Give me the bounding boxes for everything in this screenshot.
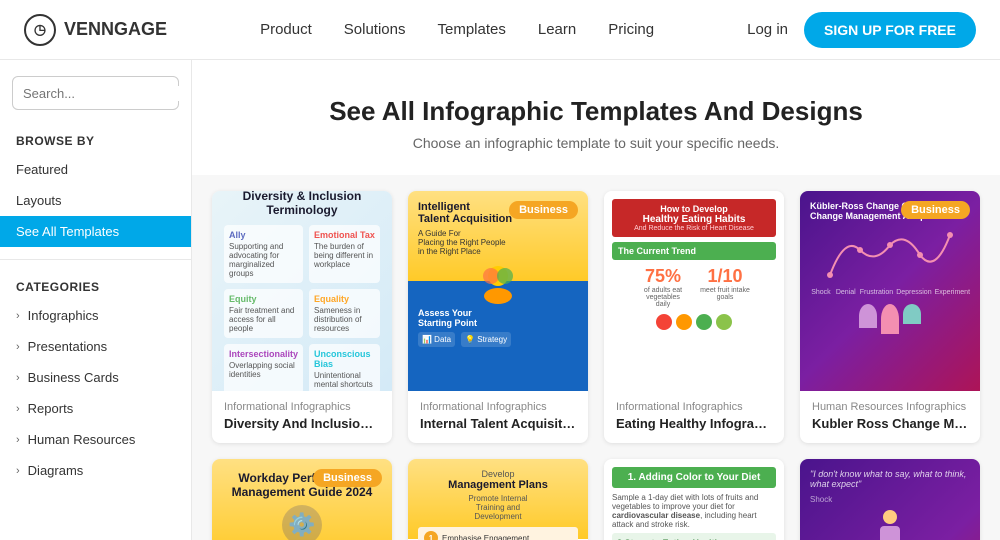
sidebar-item-featured[interactable]: Featured (0, 154, 191, 185)
nav-learn[interactable]: Learn (538, 21, 576, 38)
page-body: 🔍 BROWSE BY Featured Layouts See All Tem… (0, 60, 1000, 540)
page-title: See All Infographic Templates And Design… (212, 96, 980, 127)
business-badge: Business (901, 201, 970, 219)
header-actions: Log in SIGN UP FOR FREE (747, 12, 976, 48)
sidebar-cat-diagrams[interactable]: › Diagrams (0, 455, 191, 486)
chevron-icon: › (16, 310, 20, 322)
sidebar-cat-reports[interactable]: › Reports (0, 393, 191, 424)
template-card[interactable]: Workday PerformanceManagement Guide 2024… (212, 459, 392, 540)
card-body: Informational Infographics Internal Tale… (408, 391, 588, 443)
template-grid: Diversity & InclusionTerminology Ally Su… (192, 175, 1000, 540)
sidebar-cat-diagrams-label: Diagrams (28, 463, 84, 478)
card-category: Human Resources Infographics (812, 401, 968, 413)
sidebar-cat-presentations-label: Presentations (28, 339, 108, 354)
logo-icon: ◷ (24, 14, 56, 46)
card-title: Kubler Ross Change Manag... (812, 416, 968, 431)
sidebar-item-layouts-label: Layouts (16, 193, 62, 208)
main-header: See All Infographic Templates And Design… (192, 60, 1000, 175)
template-card[interactable]: "I don't know what to say, what to think… (800, 459, 980, 540)
logo[interactable]: ◷ VENNGAGE (24, 14, 167, 46)
categories-label: CATEGORIES (0, 272, 191, 300)
sidebar-cat-infographics-label: Infographics (28, 308, 99, 323)
sidebar-item-layouts[interactable]: Layouts (0, 185, 191, 216)
template-card[interactable]: Kübler-Ross Change Curve forChange Manag… (800, 191, 980, 443)
card-mock-header: 1. Adding Color to Your Diet (612, 467, 776, 488)
card-mock-header: Develop Management Plans Promote Interna… (418, 469, 578, 521)
signup-button[interactable]: SIGN UP FOR FREE (804, 12, 976, 48)
chevron-icon: › (16, 465, 20, 477)
card-title: Diversity And Inclusion Term... (224, 416, 380, 431)
chevron-icon: › (16, 372, 20, 384)
template-card[interactable]: IntelligentTalent Acquisition A Guide Fo… (408, 191, 588, 443)
sidebar: 🔍 BROWSE BY Featured Layouts See All Tem… (0, 60, 192, 540)
main-content: See All Infographic Templates And Design… (192, 60, 1000, 540)
sidebar-item-see-all[interactable]: See All Templates (0, 216, 191, 247)
card-mock-header: How to Develop Healthy Eating Habits And… (612, 199, 776, 237)
sidebar-cat-human-resources[interactable]: › Human Resources (0, 424, 191, 455)
sidebar-cat-business-cards-label: Business Cards (28, 370, 119, 385)
business-badge: Business (313, 469, 382, 487)
card-body: Informational Infographics Eating Health… (604, 391, 784, 443)
chevron-icon: › (16, 341, 20, 353)
logo-text: VENNGAGE (64, 19, 167, 40)
search-input[interactable] (23, 86, 192, 101)
template-card[interactable]: Diversity & InclusionTerminology Ally Su… (212, 191, 392, 443)
card-title: Eating Healthy Infographic (616, 416, 772, 431)
sidebar-cat-presentations[interactable]: › Presentations (0, 331, 191, 362)
browse-by-label: BROWSE BY (0, 126, 191, 154)
sidebar-cat-human-resources-label: Human Resources (28, 432, 136, 447)
nav-pricing[interactable]: Pricing (608, 21, 654, 38)
card-category: Informational Infographics (224, 401, 380, 413)
card-mock-quote: "I don't know what to say, what to think… (810, 469, 970, 489)
page-subtitle: Choose an infographic template to suit y… (212, 135, 980, 151)
sidebar-item-see-all-label: See All Templates (16, 224, 119, 239)
card-category: Informational Infographics (616, 401, 772, 413)
template-card[interactable]: How to Develop Healthy Eating Habits And… (604, 191, 784, 443)
card-category: Informational Infographics (420, 401, 576, 413)
chevron-icon: › (16, 434, 20, 446)
sidebar-cat-reports-label: Reports (28, 401, 74, 416)
card-title: Internal Talent Acquisition I... (420, 416, 576, 431)
header: ◷ VENNGAGE Product Solutions Templates L… (0, 0, 1000, 60)
card-body: Human Resources Infographics Kubler Ross… (800, 391, 980, 443)
card-body: Informational Infographics Diversity And… (212, 391, 392, 443)
business-badge: Business (509, 201, 578, 219)
template-card[interactable]: Develop Management Plans Promote Interna… (408, 459, 588, 540)
sidebar-cat-business-cards[interactable]: › Business Cards (0, 362, 191, 393)
nav-product[interactable]: Product (260, 21, 312, 38)
card-mock-title: Diversity & InclusionTerminology (243, 191, 362, 217)
nav-templates[interactable]: Templates (437, 21, 505, 38)
login-button[interactable]: Log in (747, 21, 788, 38)
search-container: 🔍 (12, 76, 179, 110)
chevron-icon: › (16, 403, 20, 415)
sidebar-item-featured-label: Featured (16, 162, 68, 177)
sidebar-divider (0, 259, 191, 260)
main-nav: Product Solutions Templates Learn Pricin… (260, 21, 654, 38)
sidebar-cat-infographics[interactable]: › Infographics (0, 300, 191, 331)
nav-solutions[interactable]: Solutions (344, 21, 406, 38)
template-card[interactable]: 1. Adding Color to Your Diet Sample a 1-… (604, 459, 784, 540)
